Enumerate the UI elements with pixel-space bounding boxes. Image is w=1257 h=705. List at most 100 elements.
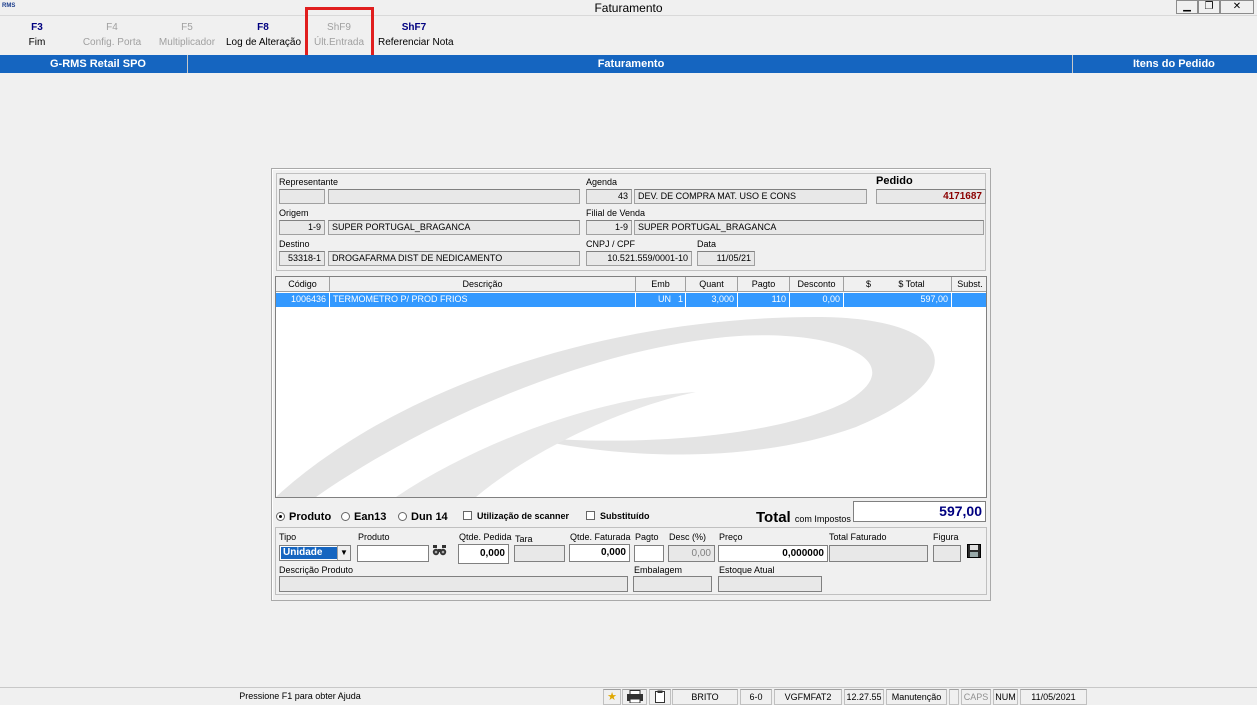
destino-label: Destino: [279, 239, 310, 249]
estoque-field: [718, 576, 822, 592]
cnpj-label: CNPJ / CPF: [586, 239, 636, 249]
col-unitario-2: $ Unitário: [866, 279, 897, 303]
cnpj-field: 10.521.559/0001-10: [586, 251, 692, 266]
item-entry-section: Tipo Unidade ▼ Produto Qtde. Pedida 0,00…: [275, 527, 987, 595]
tipo-select[interactable]: Unidade ▼: [279, 545, 351, 561]
order-header: Representante Agenda 43 DEV. DE COMPRA M…: [276, 173, 986, 271]
table-row[interactable]: 1006436 TERMOMETRO P/ PROD FRIOS UN 1 3,…: [276, 293, 986, 307]
preco-label: Preço: [719, 532, 743, 542]
produto-input[interactable]: [357, 545, 429, 562]
binoculars-search-icon[interactable]: [431, 544, 448, 560]
embalagem-field: [633, 576, 712, 592]
tipo-label: Tipo: [279, 532, 297, 542]
total-sublabel: com Impostos: [794, 514, 851, 524]
status-help-text: Pressione F1 para obter Ajuda: [239, 691, 361, 701]
tara-label: Tara: [515, 534, 533, 544]
cell-subst: [952, 293, 986, 307]
title-bar: RMS Faturamento ▁ ❐ ✕: [0, 0, 1257, 16]
status-program: VGFMFAT2: [774, 689, 842, 705]
origem-name-field: SUPER PORTUGAL_BRAGANCA: [328, 220, 580, 235]
tipo-selected-value: Unidade: [281, 547, 337, 559]
toolbar-label: Referenciar Nota: [378, 37, 454, 48]
destino-name-field: DROGAFARMA DIST DE NEDICAMENTO: [328, 251, 580, 266]
scanner-checkbox[interactable]: Utilização de scanner: [463, 511, 569, 521]
representante-code-field: [279, 189, 325, 204]
restore-button[interactable]: ❐: [1198, 0, 1220, 14]
agenda-code-field: 43: [586, 189, 632, 204]
header-strip-divider: [1072, 55, 1073, 73]
cell-spacer: [844, 293, 872, 307]
total-faturado-field: [829, 545, 928, 562]
desc-field: 0,00: [668, 545, 715, 562]
clipboard-icon[interactable]: [649, 689, 671, 705]
minimize-button[interactable]: ▁: [1176, 0, 1198, 14]
window-title: Faturamento: [594, 1, 663, 15]
radio-off-icon: [341, 512, 350, 521]
total-label: Total com Impostos: [756, 509, 851, 526]
qtde-faturada-input[interactable]: 0,000: [569, 544, 630, 562]
status-bar: Pressione F1 para obter Ajuda ★ BRITO 6-…: [0, 687, 1257, 705]
col-subst[interactable]: Subst.: [952, 277, 986, 292]
header-strip-title: Faturamento: [597, 58, 665, 70]
grid-header-mid-cols: Desconto $ Unitário: [790, 277, 897, 303]
toolbar-config-porta-button[interactable]: F4 Config. Porta: [82, 22, 142, 48]
substituido-checkbox[interactable]: Substituído: [586, 511, 650, 521]
rms-watermark-icon: [276, 317, 935, 497]
toolbar-multiplicador-button[interactable]: F5 Multiplicador: [157, 22, 217, 48]
total-label-text: Total: [756, 509, 791, 526]
cell-emb: UN: [658, 294, 671, 304]
descricao-produto-label: Descrição Produto: [279, 565, 354, 575]
status-caps: CAPS: [961, 689, 991, 705]
printer-icon[interactable]: [622, 689, 647, 705]
pagto-input[interactable]: [634, 545, 664, 562]
filial-venda-label: Filial de Venda: [586, 208, 646, 218]
option-dun14-radio[interactable]: Dun 14: [398, 511, 448, 523]
option-ean13-label: Ean13: [354, 511, 387, 523]
toolbar-key: F5: [181, 22, 193, 33]
origem-code-field: 1-9: [279, 220, 325, 235]
toolbar-fim-button[interactable]: F3 Fim: [22, 22, 52, 48]
representante-name-field: [328, 189, 580, 204]
toolbar-log-alteracao-button[interactable]: F8 Log de Alteração: [226, 22, 302, 48]
status-code: 6-0: [740, 689, 772, 705]
toolbar-referenciar-nota-button[interactable]: ShF7 Referenciar Nota: [378, 22, 454, 48]
star-icon[interactable]: ★: [603, 689, 621, 705]
radio-on-icon: [276, 512, 285, 521]
chevron-down-icon[interactable]: ▼: [337, 546, 350, 560]
status-num: NUM: [993, 689, 1018, 705]
option-dun14-label: Dun 14: [411, 511, 448, 523]
toolbar-label: Fim: [28, 37, 46, 48]
qtde-pedida-input[interactable]: 0,000: [458, 544, 509, 564]
pagto-label: Pagto: [635, 532, 659, 542]
radio-off-icon: [398, 512, 407, 521]
items-grid[interactable]: Código Descrição Emb Quant Pagto Descont…: [275, 276, 987, 498]
qtde-faturada-label: Qtde. Faturada: [570, 532, 631, 542]
option-produto-label: Produto: [289, 511, 332, 523]
data-field: 11/05/21: [697, 251, 755, 266]
cell-descricao: TERMOMETRO P/ PROD FRIOS: [330, 293, 636, 307]
data-label: Data: [697, 239, 717, 249]
status-mode: Manutenção: [886, 689, 947, 705]
toolbar-key: F8: [257, 22, 269, 33]
status-time: 12.27.55: [844, 689, 884, 705]
toolbar-label: Log de Alteração: [226, 37, 302, 48]
toolbar-label: Config. Porta: [82, 37, 142, 48]
toolbar-key: F3: [31, 22, 43, 33]
origem-label: Origem: [279, 208, 309, 218]
representante-label: Representante: [279, 177, 339, 187]
save-disk-icon[interactable]: [965, 544, 982, 560]
produto-label: Produto: [358, 532, 390, 542]
col-total[interactable]: $ Total: [872, 277, 952, 292]
filial-code-field: 1-9: [586, 220, 632, 235]
descricao-produto-field: [279, 576, 628, 592]
header-strip: G-RMS Retail SPO Faturamento Itens do Pe…: [0, 55, 1257, 73]
close-button[interactable]: ✕: [1220, 0, 1254, 14]
option-ean13-radio[interactable]: Ean13: [341, 511, 386, 523]
toolbar-key: F4: [106, 22, 118, 33]
pedido-label: Pedido: [876, 175, 913, 187]
figura-field: [933, 545, 961, 562]
destino-code-field: 53318-1: [279, 251, 325, 266]
col-desconto-2: Desconto: [790, 277, 844, 292]
preco-input[interactable]: 0,000000: [718, 545, 828, 562]
option-produto-radio[interactable]: Produto: [276, 511, 331, 523]
